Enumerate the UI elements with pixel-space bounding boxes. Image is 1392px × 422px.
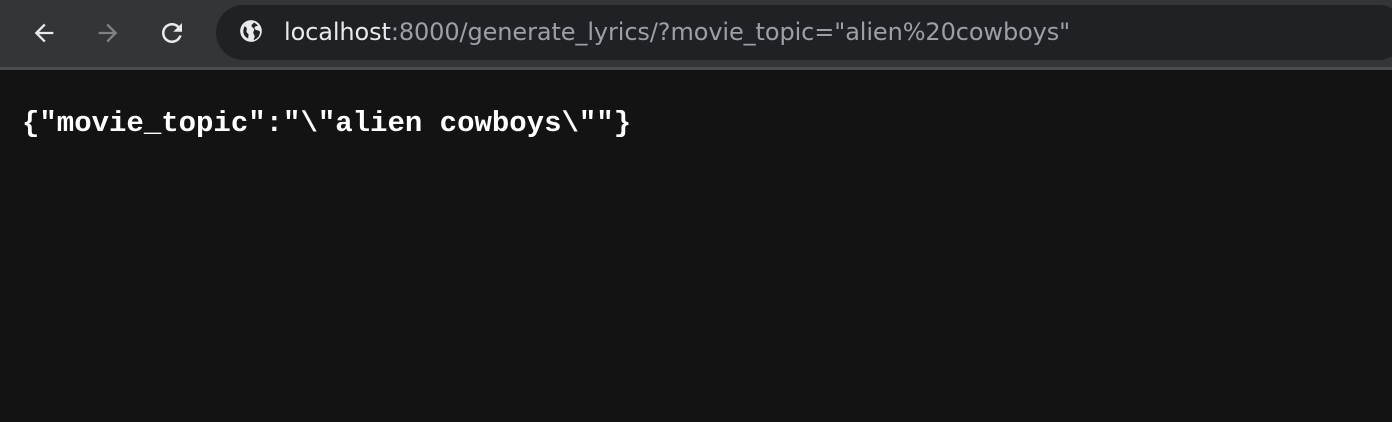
address-bar[interactable]: localhost:8000/generate_lyrics/?movie_to…	[216, 5, 1392, 60]
arrow-right-icon	[94, 19, 122, 47]
reload-icon	[157, 18, 187, 48]
back-button[interactable]	[24, 13, 64, 53]
site-info-button[interactable]	[238, 18, 264, 49]
globe-icon	[238, 18, 264, 49]
json-response-text: {"movie_topic":"\"alien cowboys\""}	[22, 107, 632, 140]
arrow-left-icon	[30, 19, 58, 47]
url-host: localhost	[284, 18, 391, 46]
forward-button[interactable]	[88, 13, 128, 53]
url-path: :8000/generate_lyrics/?movie_topic="alie…	[390, 18, 1071, 46]
reload-button[interactable]	[152, 13, 192, 53]
browser-toolbar: localhost:8000/generate_lyrics/?movie_to…	[0, 0, 1392, 67]
url-text[interactable]: localhost:8000/generate_lyrics/?movie_to…	[284, 5, 1070, 60]
page-content: {"movie_topic":"\"alien cowboys\""}	[0, 70, 1392, 422]
